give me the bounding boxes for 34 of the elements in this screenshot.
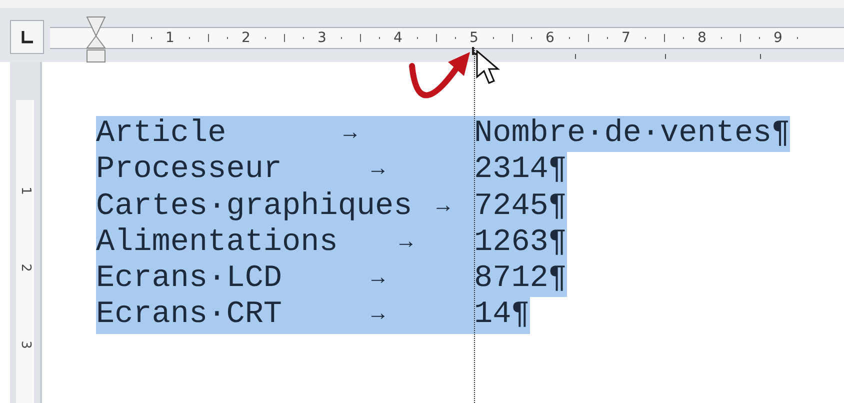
sales-value: 1263¶ <box>474 224 568 262</box>
sales-value: 2314¶ <box>474 152 568 189</box>
tab-mark: → <box>370 156 386 184</box>
ruler-number: 1 <box>166 30 174 46</box>
ruler-number: 3 <box>318 30 326 46</box>
item-label: Article <box>96 116 226 152</box>
ruler-number: 8 <box>698 30 706 46</box>
sales-value: Nombre·de·ventes¶ <box>474 116 790 152</box>
indent-marker[interactable] <box>85 16 107 64</box>
ruler-number: 9 <box>774 30 782 46</box>
tab-mark: → <box>342 120 358 148</box>
sales-value: 8712¶ <box>474 261 568 298</box>
sales-value: 7245¶ <box>474 188 568 225</box>
item-label: Processeur <box>96 152 282 189</box>
item-label: Alimentations <box>96 224 338 262</box>
tab-mark: → <box>398 228 414 257</box>
ruler-number: 6 <box>546 30 554 46</box>
sales-value: 14¶ <box>474 297 530 334</box>
tab-stop-icon <box>20 30 34 44</box>
item-label: Ecrans·LCD <box>96 261 282 298</box>
tab-mark: → <box>370 301 386 330</box>
ruler-number: 3 <box>16 340 34 349</box>
ruler-number: 7 <box>622 30 630 46</box>
ruler-number: 1 <box>16 186 34 195</box>
tab-mark: → <box>370 265 386 294</box>
ruler-number: 5 <box>470 30 478 46</box>
tab-mark: → <box>436 192 451 221</box>
ruler-number: 4 <box>394 30 402 46</box>
ruler-number: 2 <box>16 263 34 272</box>
item-label: Ecrans·CRT <box>96 297 282 334</box>
ruler-number: 2 <box>242 30 250 46</box>
item-label: Cartes·graphiques <box>96 188 412 225</box>
tab-selector-button[interactable] <box>10 20 44 54</box>
mouse-cursor-icon <box>476 50 502 86</box>
